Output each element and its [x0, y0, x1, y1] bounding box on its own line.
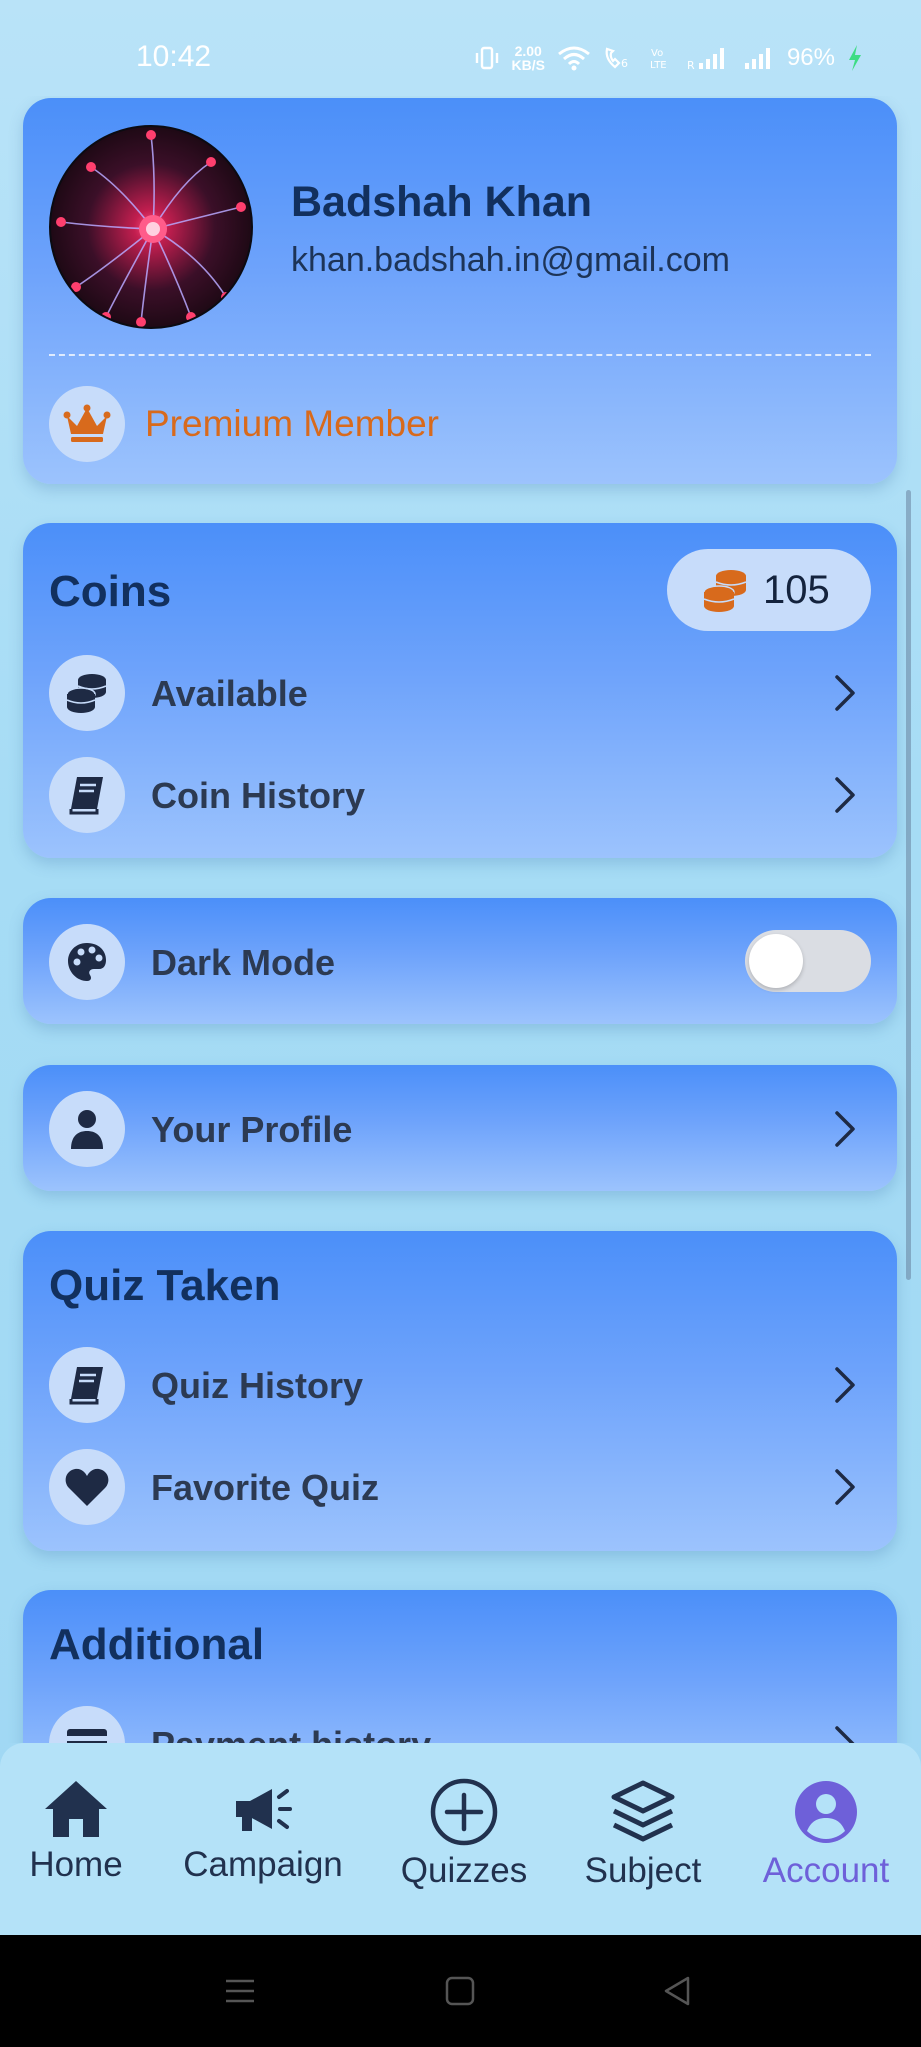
home-icon [45, 1781, 107, 1837]
coins-stack-icon [49, 655, 125, 731]
layers-icon [611, 1780, 675, 1842]
status-icons: 2.00 KB/S 6 Vo LTE R 96% [474, 40, 864, 76]
plus-circle-icon [430, 1778, 498, 1846]
coins-card: Coins 105 Available Coin History [23, 523, 897, 858]
available-label: Available [151, 673, 308, 714]
home-button[interactable] [442, 1973, 478, 2014]
quiz-taken-title: Quiz Taken [49, 1261, 281, 1310]
coin-count: 105 [763, 567, 830, 612]
additional-title: Additional [49, 1620, 265, 1669]
your-profile-card: Your Profile [23, 1065, 897, 1191]
nav-home[interactable]: Home [26, 1777, 126, 1885]
dark-mode-label: Dark Mode [151, 942, 336, 983]
signal-icon [744, 48, 770, 69]
dark-mode-toggle[interactable] [745, 930, 871, 992]
coins-row-history[interactable]: Coin History [23, 755, 897, 835]
favorite-quiz-label: Favorite Quiz [151, 1467, 380, 1508]
net-speed-value: 2.00 [514, 43, 542, 59]
svg-text:Vo: Vo [651, 48, 663, 59]
toggle-knob [749, 934, 803, 988]
palette-icon [49, 924, 125, 1000]
recents-button[interactable] [222, 1973, 258, 2014]
profile-card: Badshah Khan khan.badshah.in@gmail.com P… [23, 98, 897, 484]
chevron-right-icon [825, 773, 865, 817]
battery-percent: 96% [786, 44, 835, 71]
additional-card: Additional Payment history [23, 1590, 897, 1743]
user-name: Badshah Khan [291, 178, 593, 226]
nav-campaign[interactable]: Campaign [180, 1777, 346, 1885]
premium-member-label: Premium Member [145, 403, 439, 444]
nav-home-label: Home [29, 1845, 123, 1884]
nav-account-label: Account [762, 1851, 890, 1890]
wifi-call-icon: 6 [605, 47, 628, 70]
megaphone-icon [236, 1789, 292, 1831]
chevron-right-icon [825, 1107, 865, 1151]
user-email: khan.badshah.in@gmail.com [291, 241, 730, 279]
dark-mode-card: Dark Mode [23, 898, 897, 1024]
quiz-history-label: Quiz History [151, 1365, 364, 1406]
vibrate-icon [475, 46, 498, 70]
svg-text:LTE: LTE [650, 60, 667, 71]
card-icon [49, 1706, 125, 1743]
quiz-history-row[interactable]: Quiz History [23, 1345, 897, 1425]
back-button[interactable] [660, 1973, 696, 2014]
chevron-right-icon [825, 1465, 865, 1509]
menu-lines-icon [226, 1979, 254, 2003]
your-profile-row[interactable]: Your Profile [23, 1089, 897, 1169]
quiz-taken-card: Quiz Taken Quiz History Favorite Quiz [23, 1231, 897, 1551]
book-icon [49, 757, 125, 833]
coins-row-available[interactable]: Available [23, 653, 897, 733]
status-bar: 10:42 2.00 KB/S 6 Vo LTE R 96% [0, 0, 921, 100]
signal-r-icon: R [687, 48, 724, 71]
account-scroll-area[interactable]: Badshah Khan khan.badshah.in@gmail.com P… [0, 96, 921, 1743]
user-icon [49, 1091, 125, 1167]
back-triangle-icon [664, 1976, 690, 2006]
chevron-right-icon [825, 1363, 865, 1407]
coin-balance-badge: 105 [667, 549, 871, 631]
nav-quizzes[interactable]: Quizzes [398, 1777, 530, 1891]
status-time: 10:42 [136, 40, 212, 73]
nav-subject-label: Subject [584, 1851, 702, 1890]
chevron-right-icon [825, 1722, 865, 1743]
svg-text:R: R [687, 59, 695, 71]
chevron-right-icon [825, 671, 865, 715]
favorite-quiz-row[interactable]: Favorite Quiz [23, 1447, 897, 1527]
account-circle-icon [795, 1781, 857, 1843]
scrollbar[interactable] [906, 490, 911, 1280]
coins-title: Coins [49, 567, 172, 616]
nav-account[interactable]: Account [756, 1777, 896, 1891]
crown-icon [49, 386, 125, 462]
divider [49, 354, 871, 356]
coins-stack-icon [703, 570, 747, 612]
plasma-ball-image [56, 130, 246, 327]
book-icon [49, 1347, 125, 1423]
wifi-icon [558, 46, 590, 71]
heart-icon [49, 1449, 125, 1525]
svg-text:6: 6 [621, 57, 628, 70]
volte-icon: VoLTE [650, 48, 667, 71]
nav-quizzes-label: Quizzes [400, 1851, 528, 1890]
your-profile-label: Your Profile [151, 1109, 353, 1150]
nav-subject[interactable]: Subject [580, 1777, 706, 1891]
avatar[interactable] [49, 125, 253, 329]
square-icon [445, 1976, 475, 2006]
coin-history-label: Coin History [151, 775, 366, 816]
system-navigation-bar [0, 1935, 921, 2047]
payment-history-row[interactable]: Payment history [23, 1704, 897, 1743]
payment-history-label: Payment history [151, 1724, 431, 1743]
charging-icon [849, 45, 861, 71]
net-speed: 2.00 KB/S [512, 44, 545, 72]
nav-campaign-label: Campaign [183, 1845, 343, 1884]
bottom-navigation: Home Campaign Quizzes Subject Account [0, 1743, 921, 1935]
net-speed-unit: KB/S [511, 57, 545, 73]
